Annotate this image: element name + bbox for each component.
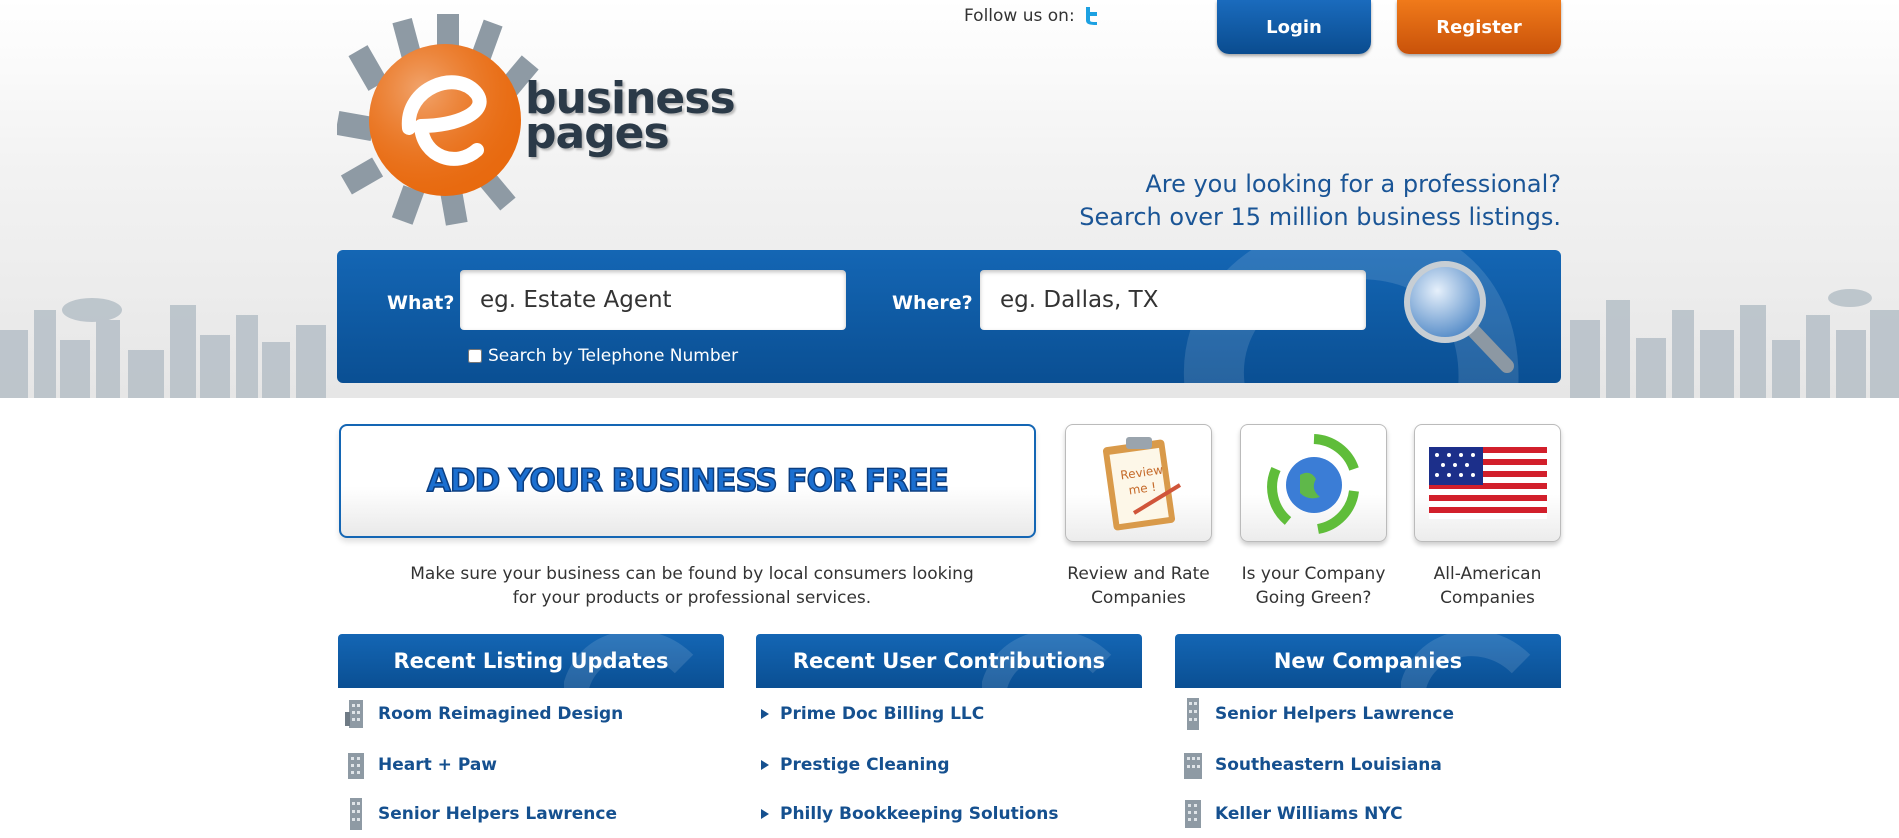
recent-listing-list: Room Reimagined Design Heart + Paw Senio… <box>338 688 724 838</box>
login-button[interactable]: Login <box>1217 0 1371 54</box>
recent-listing-updates: Recent Listing Updates Room Reimagined D… <box>338 634 724 838</box>
search-panel: What? Where? Search by Telephone Number <box>337 250 1561 383</box>
follow-us: Follow us on: <box>964 6 1101 26</box>
logo-emblem-icon <box>337 14 539 226</box>
what-search-input[interactable] <box>460 270 846 330</box>
ebusiness-pages-logo[interactable]: business pages <box>337 8 736 230</box>
telephone-search-label[interactable]: Search by Telephone Number <box>488 346 738 366</box>
logo-word-pages: pages <box>525 108 670 159</box>
follow-label: Follow us on: <box>964 6 1075 26</box>
list-item: Heart + Paw <box>338 740 724 789</box>
recycle-globe-icon <box>1266 434 1359 534</box>
contribution-link[interactable]: Prestige Cleaning <box>780 755 950 775</box>
building-icon <box>1187 698 1199 730</box>
building-icon <box>1184 752 1202 779</box>
add-business-description: Make sure your business can be found by … <box>410 564 974 608</box>
company-link[interactable]: Senior Helpers Lawrence <box>1215 704 1454 724</box>
new-companies: New Companies Senior Helpers Lawrence So… <box>1175 634 1561 838</box>
recent-user-contributions-header: Recent User Contributions <box>756 634 1142 688</box>
review-rate-label[interactable]: Review and Rate Companies <box>1065 562 1212 610</box>
register-button[interactable]: Register <box>1397 0 1561 54</box>
add-business-banner[interactable]: ADD YOUR BUSINESS FOR FREE <box>339 424 1036 538</box>
arrow-right-icon <box>761 808 769 819</box>
magnifier-icon[interactable] <box>1399 258 1519 376</box>
company-link[interactable]: Keller Williams NYC <box>1215 804 1403 824</box>
list-item: Prestige Cleaning <box>756 740 1142 789</box>
recent-user-contributions: Recent User Contributions Prime Doc Bill… <box>756 634 1142 838</box>
new-companies-title: New Companies <box>1273 649 1463 673</box>
review-card[interactable]: Review me ! <box>1065 424 1212 542</box>
building-icon <box>350 797 362 830</box>
recent-listing-updates-header: Recent Listing Updates <box>338 634 724 688</box>
tagline-line-2: Search over 15 million business listings… <box>1079 203 1561 231</box>
review-rate-promo[interactable]: Review me ! Review and Rate Companies <box>1065 424 1212 610</box>
clipboard-review-icon: Review me ! <box>1102 437 1181 531</box>
us-flag-icon <box>1428 447 1547 519</box>
list-item: Senior Helpers Lawrence <box>338 789 724 838</box>
list-item: Prime Doc Billing LLC <box>756 688 1142 740</box>
american-card[interactable] <box>1414 424 1561 542</box>
recent-listing-updates-title: Recent Listing Updates <box>393 649 669 673</box>
new-companies-header: New Companies <box>1175 634 1561 688</box>
list-item: Room Reimagined Design <box>338 688 724 740</box>
arrow-right-icon <box>761 709 769 719</box>
where-search-input[interactable] <box>980 270 1366 330</box>
list-item: Senior Helpers Lawrence <box>1175 688 1561 740</box>
telephone-search-checkbox[interactable] <box>468 349 482 363</box>
green-card[interactable] <box>1240 424 1387 542</box>
building-icon <box>348 752 364 779</box>
contribution-link[interactable]: Prime Doc Billing LLC <box>780 704 984 724</box>
what-label: What? <box>387 292 455 314</box>
tagline: Are you looking for a professional? Sear… <box>1079 168 1561 234</box>
telephone-search-option: Search by Telephone Number <box>468 346 738 366</box>
all-american-label[interactable]: All-American Companies <box>1414 562 1561 610</box>
list-item: Philly Bookkeeping Solutions <box>756 789 1142 838</box>
building-icon <box>345 700 363 728</box>
building-icon <box>1185 799 1201 828</box>
list-item: Keller Williams NYC <box>1175 789 1561 838</box>
listing-link[interactable]: Room Reimagined Design <box>378 704 623 724</box>
recent-contributions-list: Prime Doc Billing LLC Prestige Cleaning … <box>756 688 1142 838</box>
list-item: Southeastern Louisiana <box>1175 740 1561 789</box>
recent-user-contributions-title: Recent User Contributions <box>792 649 1106 673</box>
where-label: Where? <box>892 292 973 314</box>
company-link[interactable]: Southeastern Louisiana <box>1215 755 1442 775</box>
contribution-link[interactable]: Philly Bookkeeping Solutions <box>780 804 1058 824</box>
new-companies-list: Senior Helpers Lawrence Southeastern Lou… <box>1175 688 1561 838</box>
listing-link[interactable]: Senior Helpers Lawrence <box>378 804 617 824</box>
all-american-promo[interactable]: All-American Companies <box>1414 424 1561 610</box>
going-green-promo[interactable]: Is your Company Going Green? <box>1240 424 1387 610</box>
twitter-icon[interactable] <box>1083 6 1101 26</box>
tagline-line-1: Are you looking for a professional? <box>1145 170 1561 198</box>
listing-link[interactable]: Heart + Paw <box>378 755 497 775</box>
page-container: business pages Follow us on: Login Regis… <box>337 0 1561 835</box>
going-green-label[interactable]: Is your Company Going Green? <box>1240 562 1387 610</box>
arrow-right-icon <box>761 759 769 770</box>
add-business-label: ADD YOUR BUSINESS FOR FREE <box>426 462 950 500</box>
